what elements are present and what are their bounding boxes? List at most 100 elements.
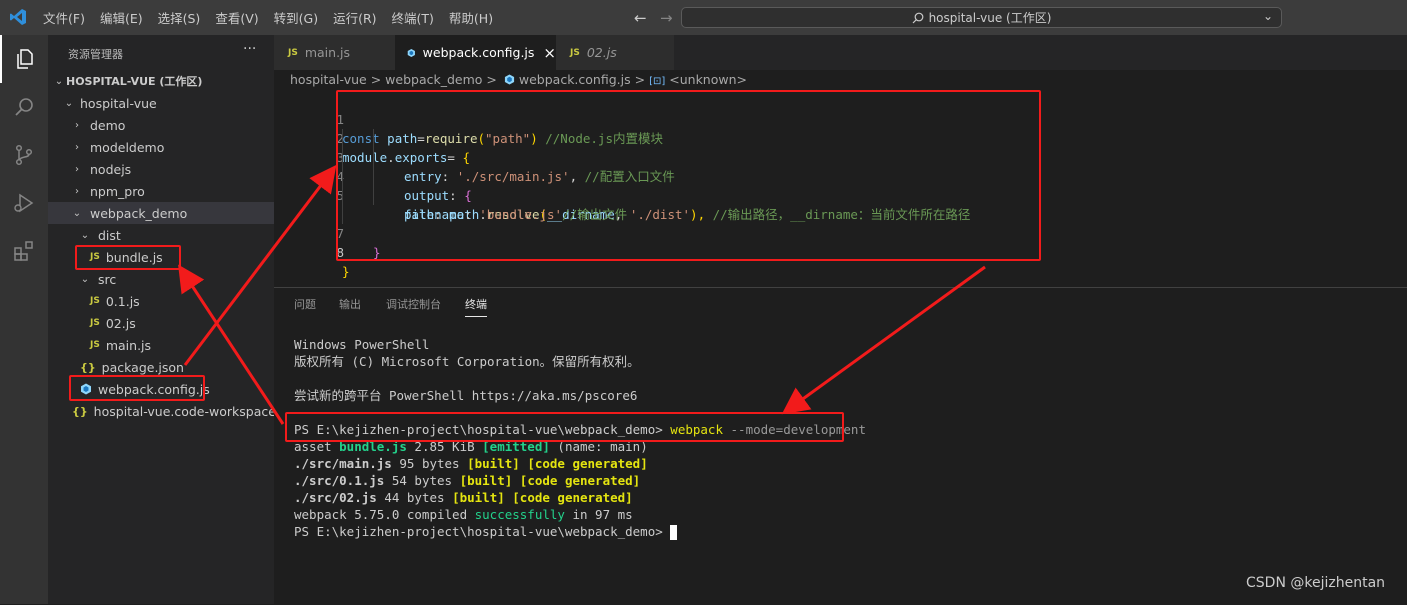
menu-file[interactable]: 文件(F): [43, 8, 85, 27]
tree-file-bundle-js[interactable]: JS bundle.js: [48, 246, 274, 268]
tab-02-js[interactable]: JS 02.js: [556, 35, 674, 70]
terminal-text: [code generated]: [527, 456, 648, 471]
terminal-line: 尝试新的跨平台 PowerShell https://aka.ms/pscore…: [294, 388, 638, 403]
terminal-text: [built]: [459, 473, 513, 488]
tree-folder-hospital-vue[interactable]: ⌄ hospital-vue: [48, 92, 274, 114]
chevron-down-icon: ⌄: [64, 97, 74, 109]
tree-folder-src[interactable]: ⌄ src: [48, 268, 274, 290]
tree-folder-webpack-demo[interactable]: ⌄ webpack_demo: [48, 202, 274, 224]
tree-folder-npm-pro[interactable]: › npm_pro: [48, 180, 274, 202]
chevron-down-icon[interactable]: ⌄: [1263, 9, 1273, 23]
terminal-input-line[interactable]: PS E:\kejizhen-project\hospital-vue\webp…: [294, 523, 678, 540]
terminal-prompt: PS E:\kejizhen-project\hospital-vue\webp…: [294, 422, 663, 437]
terminal-text: successfully: [474, 507, 565, 522]
chevron-right-icon: ›: [75, 185, 79, 197]
js-file-icon: JS: [90, 340, 100, 350]
tree-folder-nodejs[interactable]: › nodejs: [48, 158, 274, 180]
terminal-text: webpack 5.75.0 compiled: [294, 507, 475, 522]
vscode-logo-icon: [10, 9, 26, 25]
menu-view[interactable]: 查看(V): [215, 8, 258, 27]
webpack-icon: [504, 74, 514, 85]
code-line: 7 }: [274, 205, 1407, 260]
terminal-line: 版权所有 (C) Microsoft Corporation。保留所有权利。: [294, 354, 640, 369]
menu-help[interactable]: 帮助(H): [449, 8, 493, 27]
terminal-args: --mode=development: [730, 422, 866, 437]
terminal-text: [built]: [467, 456, 520, 471]
terminal-text: 2.85 KiB: [406, 439, 483, 454]
js-file-icon: JS: [90, 252, 100, 262]
json-file-icon: {}: [72, 404, 88, 418]
tab-problems[interactable]: 问题: [294, 296, 316, 312]
menu-terminal[interactable]: 终端(T): [392, 8, 434, 27]
terminal-text: [emitted]: [482, 439, 550, 454]
menu-run[interactable]: 运行(R): [333, 8, 376, 27]
tree-label: 0.1.js: [105, 293, 140, 309]
breadcrumb-separator: >: [634, 72, 646, 87]
breadcrumb-item[interactable]: webpack.config.js: [519, 72, 631, 87]
command-center[interactable]: hospital-vue (工作区) ⌄: [681, 7, 1282, 28]
tree-folder-demo[interactable]: › demo: [48, 114, 274, 136]
explorer-icon[interactable]: [0, 35, 48, 83]
tree-file-package-json[interactable]: {} package.json: [48, 356, 274, 378]
code-token: }: [342, 264, 350, 279]
terminal-line: ./src/02.js 44 bytes [built] [code gener…: [294, 489, 633, 506]
tree-label: demo: [90, 117, 126, 133]
tree-label: webpack_demo: [90, 205, 188, 221]
menu-selection[interactable]: 选择(S): [158, 8, 201, 27]
indent-guide: [342, 129, 343, 224]
js-file-icon: JS: [90, 318, 100, 328]
tree-folder-modeldemo[interactable]: › modeldemo: [48, 136, 274, 158]
breadcrumb-item[interactable]: hospital-vue: [290, 72, 367, 87]
tree-file-code-workspace[interactable]: {} hospital-vue.code-workspace: [48, 400, 276, 422]
more-actions-icon[interactable]: ···: [243, 41, 256, 57]
chevron-down-icon: ⌄: [80, 273, 90, 285]
tab-terminal[interactable]: 终端: [465, 296, 487, 317]
tree-file-main-js[interactable]: JS main.js: [48, 334, 274, 356]
tree-file-02-js[interactable]: JS 02.js: [48, 312, 274, 334]
menu-edit[interactable]: 编辑(E): [100, 8, 143, 27]
extensions-icon[interactable]: [0, 227, 48, 275]
sidebar-title: 资源管理器: [68, 48, 123, 61]
tab-output[interactable]: 输出: [339, 296, 361, 312]
run-debug-icon[interactable]: [0, 179, 48, 227]
tab-label: webpack.config.js: [422, 45, 535, 60]
tree-file-0-1-js[interactable]: JS 0.1.js: [48, 290, 274, 312]
terminal-text: 54 bytes: [384, 473, 460, 488]
menu-bar: 文件(F) 编辑(E) 选择(S) 查看(V) 转到(G) 运行(R) 终端(T…: [43, 0, 508, 35]
terminal-command-line: PS E:\kejizhen-project\hospital-vue\webp…: [294, 421, 866, 438]
line-number: 8: [336, 245, 344, 260]
js-file-icon: JS: [90, 296, 100, 306]
code-line: 4 output: {: [274, 148, 1407, 203]
close-icon[interactable]: ×: [543, 44, 556, 62]
tree-folder-dist[interactable]: ⌄ dist: [48, 224, 274, 246]
back-arrow-icon[interactable]: ←: [634, 9, 647, 27]
terminal-command: webpack: [670, 422, 723, 437]
tree-label: src: [98, 271, 117, 287]
terminal-line: Windows PowerShell: [294, 337, 430, 352]
tab-webpack-config-js[interactable]: webpack.config.js ×: [395, 35, 556, 70]
tab-debug-console[interactable]: 调试控制台: [386, 296, 441, 312]
source-control-icon[interactable]: [0, 131, 48, 179]
tree-label: modeldemo: [90, 139, 165, 155]
terminal-line: ./src/main.js 95 bytes [built] [code gen…: [294, 455, 648, 472]
breadcrumb-item[interactable]: webpack_demo: [385, 72, 482, 87]
breadcrumb-separator: >: [370, 72, 382, 87]
menu-go[interactable]: 转到(G): [274, 8, 318, 27]
chevron-right-icon: ›: [75, 119, 79, 131]
tab-main-js[interactable]: JS main.js: [274, 35, 395, 70]
workspace-root[interactable]: ⌄ HOSPITAL-VUE (工作区): [48, 70, 274, 92]
code-line: 8 }: [274, 224, 1407, 279]
terminal-cursor: [670, 525, 678, 540]
tree-file-webpack-config-js[interactable]: webpack.config.js: [48, 378, 274, 400]
tree-label: main.js: [105, 337, 152, 353]
chevron-right-icon: ›: [75, 141, 79, 153]
workspace-label: HOSPITAL-VUE (工作区): [66, 75, 203, 88]
chevron-down-icon: ⌄: [72, 207, 82, 219]
code-line: filename: 'bundle.js'//输出文件: [274, 186, 1407, 222]
code-line: 3 entry: './src/main.js', //配置入口文件: [274, 129, 1407, 184]
breadcrumb-item[interactable]: <unknown>: [669, 72, 747, 87]
forward-arrow-icon[interactable]: →: [660, 9, 673, 27]
search-icon[interactable]: [0, 83, 48, 131]
symbol-variable-icon: [⊡]: [649, 76, 666, 87]
